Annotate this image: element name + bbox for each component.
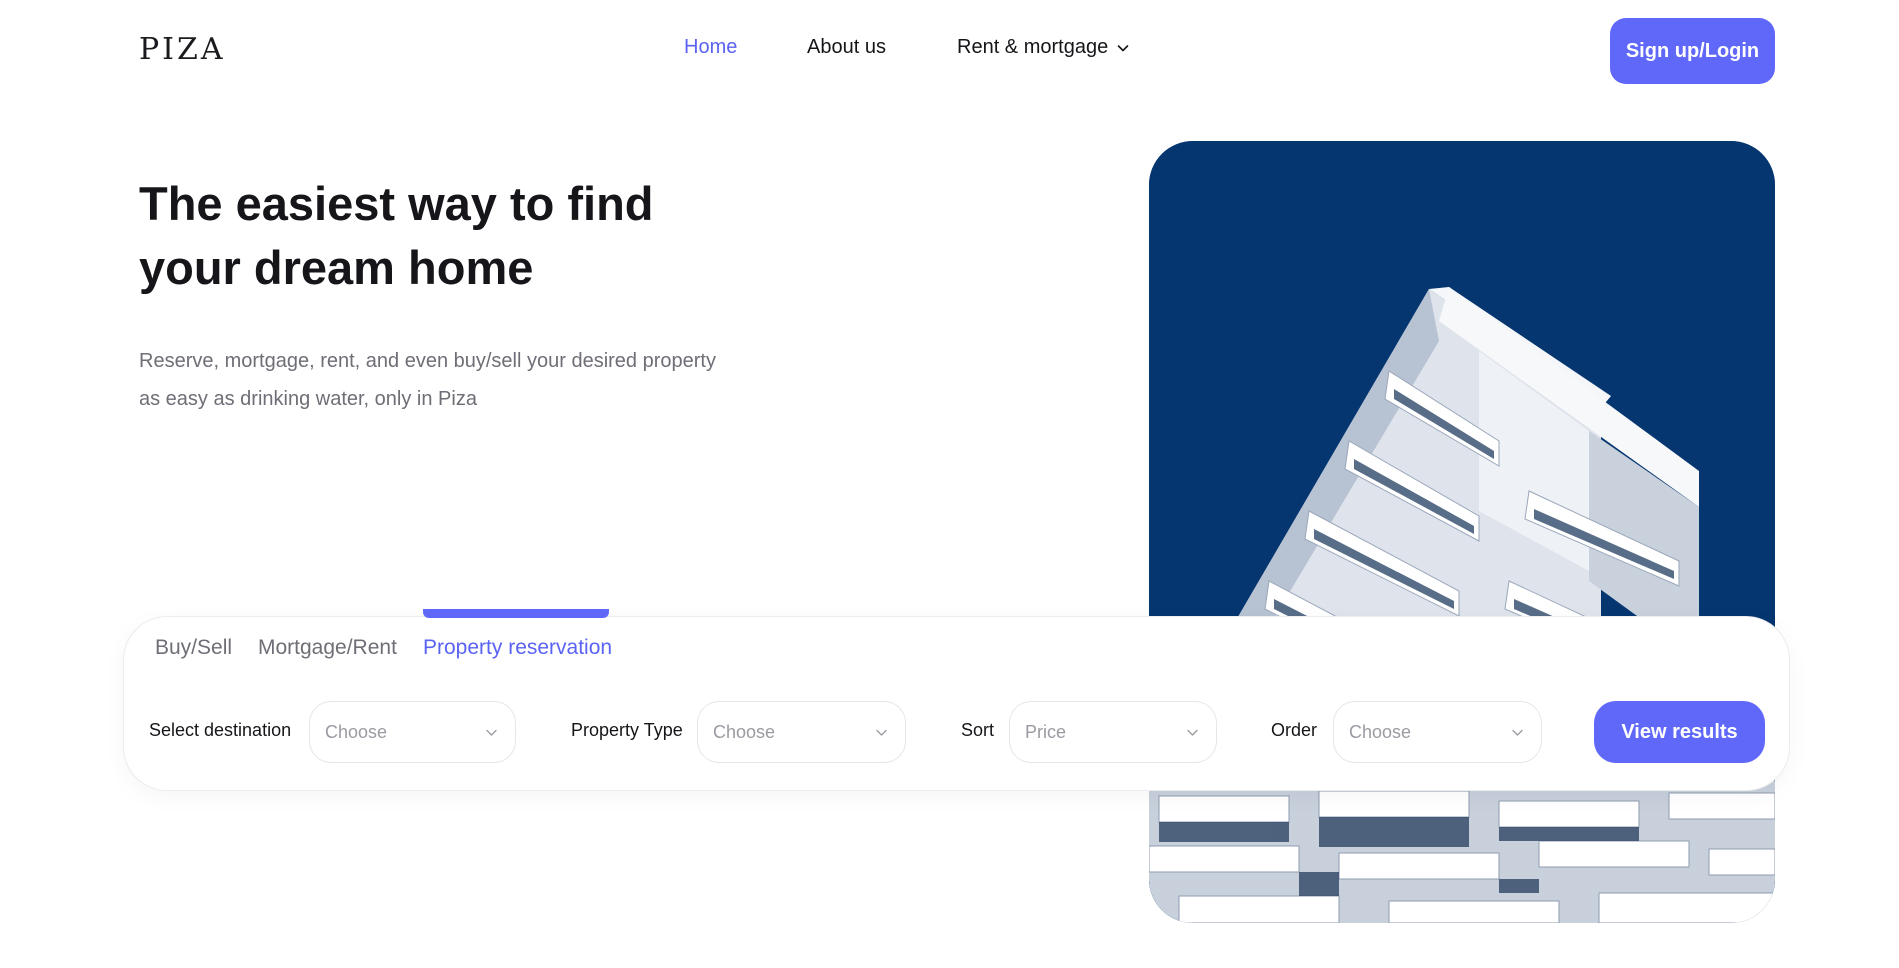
- hero-title-line: The easiest way to find: [139, 177, 654, 230]
- sort-select[interactable]: Price: [1009, 701, 1217, 763]
- select-value: Choose: [1349, 721, 1412, 742]
- destination-select[interactable]: Choose: [309, 701, 516, 763]
- chevron-down-icon: [1512, 729, 1523, 736]
- chevron-down-icon: [876, 729, 887, 736]
- nav-item-about[interactable]: About us: [807, 36, 886, 59]
- active-tab-indicator: [423, 609, 609, 618]
- chevron-down-icon: [1187, 729, 1198, 736]
- logo[interactable]: PIZA: [139, 32, 226, 67]
- property-type-label: Property Type: [571, 720, 683, 740]
- signup-login-button[interactable]: Sign up/Login: [1610, 18, 1775, 84]
- nav-item-home[interactable]: Home: [684, 36, 737, 59]
- hero-subtitle-line: as easy as drinking water, only in Piza: [139, 388, 477, 410]
- chevron-down-icon: [1117, 44, 1129, 51]
- hero-title: The easiest way to find your dream home: [139, 172, 839, 300]
- view-results-button[interactable]: View results: [1594, 701, 1765, 763]
- property-search-panel: Buy/Sell Mortgage/Rent Property reservat…: [123, 609, 1790, 791]
- select-value: Choose: [713, 721, 776, 742]
- nav-item-rent-mortgage[interactable]: Rent & mortgage: [957, 36, 1130, 59]
- hero-subtitle-line: Reserve, mortgage, rent, and even buy/se…: [139, 350, 716, 372]
- order-label: Order: [1271, 720, 1318, 740]
- tab-buy-sell[interactable]: Buy/Sell: [155, 636, 232, 660]
- chevron-down-icon: [486, 729, 497, 736]
- hero-title-line: your dream home: [139, 241, 534, 294]
- sort-label: Sort: [961, 720, 995, 740]
- hero-subtitle: Reserve, mortgage, rent, and even buy/se…: [139, 342, 779, 418]
- select-value: Choose: [325, 721, 388, 742]
- hero-building-image: [1149, 141, 1775, 923]
- tab-property-reservation[interactable]: Property reservation: [423, 636, 612, 660]
- landing-page: PIZA Home About us Rent & mortgage Sign …: [0, 0, 1899, 968]
- tab-mortgage-rent[interactable]: Mortgage/Rent: [258, 636, 397, 660]
- nav-item-label: Rent & mortgage: [957, 36, 1109, 58]
- select-value: Price: [1025, 721, 1067, 742]
- destination-label: Select destination: [149, 720, 292, 740]
- property-type-select[interactable]: Choose: [697, 701, 906, 763]
- order-select[interactable]: Choose: [1333, 701, 1542, 763]
